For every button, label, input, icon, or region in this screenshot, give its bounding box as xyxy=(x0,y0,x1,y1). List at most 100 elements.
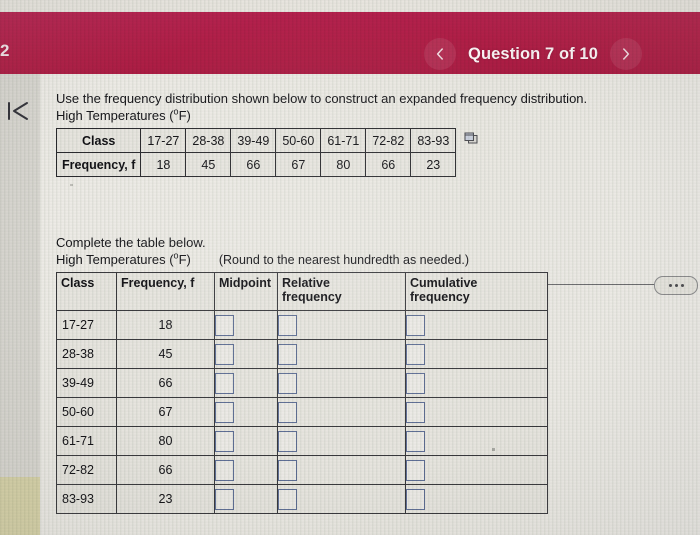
relative-frequency-input[interactable] xyxy=(278,343,297,365)
header-line-1: Frequency, f xyxy=(121,276,195,290)
midpoint-input[interactable] xyxy=(215,459,234,481)
column-header-class: Class xyxy=(56,272,117,311)
row-midpoint-cell xyxy=(214,455,278,485)
table-row: 83-93 23 xyxy=(56,484,548,514)
table-row: 17-27 18 xyxy=(56,310,548,340)
column-header-frequency: Frequency, f xyxy=(116,272,215,311)
midpoint-input[interactable] xyxy=(215,314,234,336)
header-line-1: Cumulative xyxy=(410,276,478,290)
relative-frequency-input[interactable] xyxy=(278,459,297,481)
row-relative-frequency-cell xyxy=(277,484,406,514)
cumulative-frequency-input[interactable] xyxy=(406,343,425,365)
row-class-label: 61-71 xyxy=(56,426,117,456)
table-row: 61-71 80 xyxy=(56,426,548,456)
collapse-panel-button[interactable] xyxy=(6,100,32,122)
midpoint-input[interactable] xyxy=(215,343,234,365)
row-class-label: 28-38 xyxy=(56,339,117,369)
row-frequency-value: 66 xyxy=(116,455,215,485)
given-frequency-table: Class 17-27 28-38 39-49 50-60 61-71 72-8… xyxy=(55,128,457,177)
table-header-row: Class Frequency, f Midpoint Relative fre… xyxy=(56,272,548,311)
row-cumulative-frequency-cell xyxy=(405,339,548,369)
answer-caption-prefix: High Temperatures ( xyxy=(56,252,174,267)
caption-prefix: High Temperatures ( xyxy=(56,108,174,123)
header-line-2: frequency xyxy=(410,290,470,304)
column-header-relative-frequency: Relative frequency xyxy=(277,272,406,311)
row-frequency-value: 18 xyxy=(116,310,215,340)
cumulative-frequency-input[interactable] xyxy=(406,459,425,481)
row-cumulative-frequency-cell xyxy=(405,368,548,398)
row-relative-frequency-cell xyxy=(277,368,406,398)
rounding-hint: (Round to the nearest hundredth as neede… xyxy=(218,253,470,267)
row-midpoint-cell xyxy=(214,426,278,456)
midpoint-input[interactable] xyxy=(215,430,234,452)
row-relative-frequency-cell xyxy=(277,455,406,485)
row-class-label: 83-93 xyxy=(56,484,117,514)
screen-dust-speck xyxy=(70,184,73,186)
table-row: Frequency, f 18 45 66 67 80 66 23 xyxy=(55,152,457,177)
header-line-1: Class xyxy=(61,276,95,290)
expanded-frequency-table: Class Frequency, f Midpoint Relative fre… xyxy=(56,272,548,514)
given-class-cell: 83-93 xyxy=(410,128,457,153)
given-frequency-cell: 23 xyxy=(410,152,457,177)
relative-frequency-input[interactable] xyxy=(278,488,297,510)
row-class-label: 72-82 xyxy=(56,455,117,485)
given-class-cell: 17-27 xyxy=(140,128,187,153)
previous-question-button[interactable] xyxy=(424,38,457,70)
answer-caption-suffix: F) xyxy=(178,252,191,267)
screen-photo: 2 Question 7 of 10 Use the frequency dis… xyxy=(0,0,700,535)
rail-bottom-accent xyxy=(0,477,40,535)
row-midpoint-cell xyxy=(214,484,278,514)
next-question-button[interactable] xyxy=(610,38,642,70)
question-prompt: Use the frequency distribution shown bel… xyxy=(56,91,588,106)
cumulative-frequency-input[interactable] xyxy=(406,488,425,510)
row-cumulative-frequency-cell xyxy=(405,310,548,340)
midpoint-input[interactable] xyxy=(215,401,234,423)
cumulative-frequency-input[interactable] xyxy=(406,430,425,452)
row-midpoint-cell xyxy=(214,397,278,427)
open-table-popup-button[interactable] xyxy=(464,131,478,144)
given-distribution-block: Use the frequency distribution shown bel… xyxy=(55,90,692,182)
row-cumulative-frequency-cell xyxy=(405,397,548,427)
cumulative-frequency-input[interactable] xyxy=(406,314,425,336)
given-frequency-cell: 67 xyxy=(275,152,322,177)
row-cumulative-frequency-cell xyxy=(405,484,548,514)
row-cumulative-frequency-cell xyxy=(405,455,548,485)
chevron-right-icon xyxy=(623,48,630,60)
given-class-cell: 28-38 xyxy=(185,128,232,153)
row-frequency-value: 66 xyxy=(116,368,215,398)
table-row: 39-49 66 xyxy=(56,368,548,398)
row-frequency-value: 67 xyxy=(116,397,215,427)
row-relative-frequency-cell xyxy=(277,339,406,369)
cumulative-frequency-input[interactable] xyxy=(406,401,425,423)
question-header-bar: 2 Question 7 of 10 xyxy=(0,12,700,74)
complete-table-instruction: Complete the table below. xyxy=(56,235,206,250)
given-frequency-cell: 80 xyxy=(320,152,367,177)
given-table-caption: High Temperatures (oF) xyxy=(56,107,692,124)
relative-frequency-input[interactable] xyxy=(278,372,297,394)
row-cumulative-frequency-cell xyxy=(405,426,548,456)
question-navigation: Question 7 of 10 xyxy=(424,38,642,70)
screen-dust-speck xyxy=(492,448,495,451)
given-class-cell: 50-60 xyxy=(275,128,322,153)
row-relative-frequency-cell xyxy=(277,426,406,456)
row-relative-frequency-cell xyxy=(277,397,406,427)
midpoint-input[interactable] xyxy=(215,488,234,510)
row-class-label: 39-49 xyxy=(56,368,117,398)
relative-frequency-input[interactable] xyxy=(278,314,297,336)
corner-counter: 2 xyxy=(0,41,10,60)
question-content-panel: Use the frequency distribution shown bel… xyxy=(40,74,700,535)
relative-frequency-input[interactable] xyxy=(278,401,297,423)
popout-window-icon xyxy=(464,132,478,144)
midpoint-input[interactable] xyxy=(215,372,234,394)
row-midpoint-cell xyxy=(214,310,278,340)
header-line-2: frequency xyxy=(282,290,342,304)
given-class-cell: 39-49 xyxy=(230,128,277,153)
row-midpoint-cell xyxy=(214,339,278,369)
answer-table-body: 17-27 18 28-38 45 39-49 66 50-60 67 61-7… xyxy=(56,310,548,514)
relative-frequency-input[interactable] xyxy=(278,430,297,452)
given-row-header-frequency: Frequency, f xyxy=(55,152,142,177)
given-class-cell: 72-82 xyxy=(365,128,412,153)
table-row: 50-60 67 xyxy=(56,397,548,427)
cumulative-frequency-input[interactable] xyxy=(406,372,425,394)
table-row: 28-38 45 xyxy=(56,339,548,369)
